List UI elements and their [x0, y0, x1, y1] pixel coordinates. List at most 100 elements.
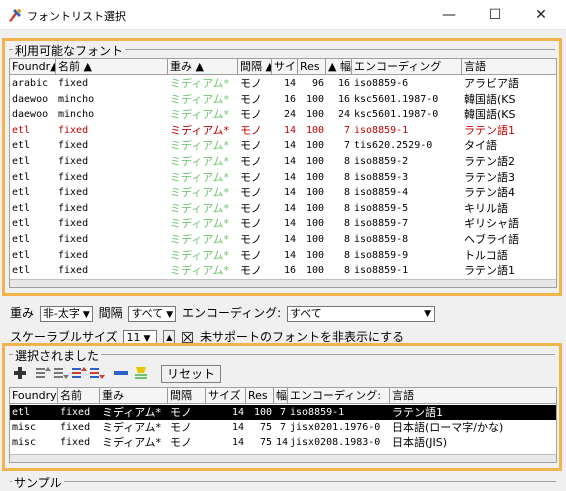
cell-foundry: etl [12, 234, 31, 245]
horizontal-scrollbar[interactable] [10, 454, 556, 462]
cell-foundry: misc [12, 422, 37, 433]
cell-spacing: モノ [170, 406, 192, 419]
weight-filter-select[interactable]: 非-太字 ▼ [39, 305, 93, 322]
cell-lang: ラテン語1 [392, 406, 443, 419]
table-row[interactable]: arabic fixed ミディアム* モノ 14 96 16 iso8859-6 アラビア語 [10, 76, 556, 91]
table-row[interactable]: etl fixed ミディアム* モノ 16 100 8 iso8859-1 ラテン語1 [10, 263, 556, 278]
cell-width: 7 [279, 407, 286, 418]
cell-foundry: etl [12, 202, 31, 214]
move-up-icon[interactable] [35, 365, 51, 381]
minimize-button[interactable]: — [426, 0, 472, 30]
spacing-filter-select[interactable]: すべて ▼ [128, 305, 177, 322]
close-button[interactable]: ✕ [518, 0, 564, 30]
cell-spacing: モノ [240, 139, 262, 153]
available-column-header[interactable]: 間隔 ▲ [238, 59, 272, 75]
clear-icon[interactable] [133, 365, 149, 381]
table-row[interactable]: etl fixed ミディアム* モノ 14 100 8 iso8859-4 ラテン語4 [10, 185, 556, 200]
selected-fonts-header: Foundry 名前 重み 間隔 サイズ Res 幅エンコーディング: 言語 [10, 388, 556, 404]
cell-name: fixed [58, 156, 89, 167]
encoding-filter-value: すべて [290, 306, 322, 320]
cell-lang: 日本語(ローマ字/かな) [392, 421, 504, 434]
cell-encoding: iso8859-2 [354, 156, 409, 167]
remove-icon[interactable] [113, 365, 131, 381]
cell-weight: ミディアム* [170, 201, 229, 215]
table-row[interactable]: etl fixed ミディアム* モノ 14 100 8 iso8859-7 ギリシャ語 [10, 216, 556, 231]
available-column-header[interactable]: エンコーディング [352, 59, 462, 75]
selected-column-header[interactable]: 幅 [274, 388, 288, 404]
table-row[interactable]: etl fixed ミディアム* モノ 14 100 8 iso8859-2 ラテン語2 [10, 154, 556, 169]
cell-size: 14 [231, 437, 244, 448]
available-column-header[interactable]: Res [298, 59, 326, 75]
cell-lang: 日本語(JIS) [392, 436, 448, 449]
cell-weight: ミディアム* [170, 108, 229, 122]
selected-column-header[interactable]: Foundry [10, 388, 58, 404]
cell-foundry: etl [12, 140, 31, 152]
cell-spacing: モノ [240, 170, 262, 184]
cell-width: 8 [343, 265, 350, 277]
cell-encoding: iso8859-9 [354, 249, 409, 261]
hide-unsupported-checkbox[interactable] [182, 332, 194, 343]
cell-weight: ミディアム* [170, 170, 229, 184]
cell-spacing: モノ [240, 186, 262, 200]
reset-button[interactable]: リセット [161, 365, 222, 383]
cell-name: fixed [60, 422, 91, 433]
cell-res: 75 [259, 437, 272, 448]
available-column-header[interactable]: ▲ 幅 [326, 59, 352, 75]
table-row[interactable]: etl fixed ミディアム* モノ 14 100 8 iso8859-9 トルコ語 [10, 248, 556, 263]
cell-foundry: daewoo [12, 109, 49, 121]
available-column-header[interactable]: 言語 [462, 59, 556, 75]
table-row[interactable]: daewoo mincho ミディアム* モノ 24 100 24 ksc5601.1987-… [10, 107, 556, 122]
available-fonts-table[interactable]: Foundr▲ 名前 ▲ 重み ▲ 間隔 ▲ サイ Res ▲ 幅エンコーディング 言語 ar… [9, 58, 557, 288]
table-row[interactable]: misc fixed ミディアム* モノ 14 75 14 jisx0208.1983-0 日本… [10, 435, 556, 450]
selected-column-header[interactable]: Res [246, 388, 274, 404]
available-column-header[interactable]: サイ [272, 59, 298, 75]
selected-column-header[interactable]: サイズ [206, 388, 246, 404]
cell-name: fixed [58, 234, 89, 245]
selected-fonts-label: 選択されました [13, 347, 102, 364]
table-row[interactable]: etl fixed ミディアム* モノ 14 100 8 iso8859-5 キリル語 [10, 201, 556, 216]
cell-weight: ミディアム* [170, 217, 229, 231]
cell-size: 14 [283, 78, 296, 89]
table-row[interactable]: etl fixed ミディアム* モノ 14 100 8 iso8859-8 ヘブライ語 [10, 232, 556, 247]
sort-down-icon[interactable] [89, 365, 105, 381]
selected-column-header[interactable]: 間隔 [168, 388, 206, 404]
table-row[interactable]: daewoo mincho ミディアム* モノ 16 100 16 ksc5601.1987-… [10, 92, 556, 107]
cell-size: 16 [283, 93, 296, 105]
selected-column-header[interactable]: 重み [100, 388, 168, 404]
selected-fonts-table[interactable]: Foundry 名前 重み 間隔 サイズ Res 幅エンコーディング: 言語 etl fixed… [9, 387, 557, 463]
cell-width: 7 [343, 124, 350, 136]
selected-column-header[interactable]: 名前 [58, 388, 100, 404]
table-row[interactable]: etl fixed ミディアム* モノ 14 100 7 iso8859-1 ラテン語1 [10, 123, 556, 138]
encoding-filter-select[interactable]: すべて ▼ [287, 305, 436, 322]
maximize-button[interactable]: ☐ [472, 0, 518, 30]
selected-column-header[interactable]: エンコーディング: [288, 388, 390, 404]
horizontal-scrollbar[interactable] [10, 279, 556, 287]
sort-up-icon[interactable] [71, 365, 87, 381]
cell-size: 14 [283, 249, 296, 261]
cell-width: 7 [279, 422, 286, 433]
cell-lang: 韓国語(KS [464, 108, 516, 122]
available-column-header[interactable]: 名前 ▲ [56, 59, 168, 75]
cell-name: fixed [58, 140, 89, 152]
cell-width: 8 [343, 187, 350, 199]
encoding-filter-label: エンコーディング: [181, 306, 282, 320]
cell-width: 16 [337, 78, 350, 89]
cell-weight: ミディアム* [170, 123, 229, 137]
cell-foundry: etl [12, 171, 31, 183]
cell-res: 100 [305, 218, 324, 230]
available-column-header[interactable]: 重み ▲ [168, 59, 238, 75]
selected-column-header[interactable]: 言語 [390, 388, 556, 404]
table-row[interactable]: etl fixed ミディアム* モノ 14 100 7 tis620.2529-0 タイ語 [10, 138, 556, 153]
cell-size: 14 [283, 234, 296, 245]
cell-lang: トルコ語 [464, 248, 508, 262]
selected-fonts-panel: 選択されました リセット Foundry名前重み間隔サイズRes幅エ [2, 343, 562, 471]
cell-foundry: misc [12, 437, 37, 448]
available-column-header[interactable]: Foundr▲ [10, 59, 56, 75]
cell-width: 24 [337, 109, 350, 121]
move-down-icon[interactable] [53, 365, 69, 381]
table-row[interactable]: etl fixed ミディアム* モノ 14 100 8 iso8859-3 ラテン語3 [10, 170, 556, 185]
add-icon[interactable] [13, 365, 27, 381]
table-row[interactable]: misc fixed ミディアム* モノ 14 75 7 jisx0201.1976-0 日本語… [10, 420, 556, 435]
cell-weight: ミディアム* [102, 436, 161, 449]
table-row[interactable]: etl fixed ミディアム* モノ 14 100 7 iso8859-1 ラテン語1 [10, 405, 556, 420]
